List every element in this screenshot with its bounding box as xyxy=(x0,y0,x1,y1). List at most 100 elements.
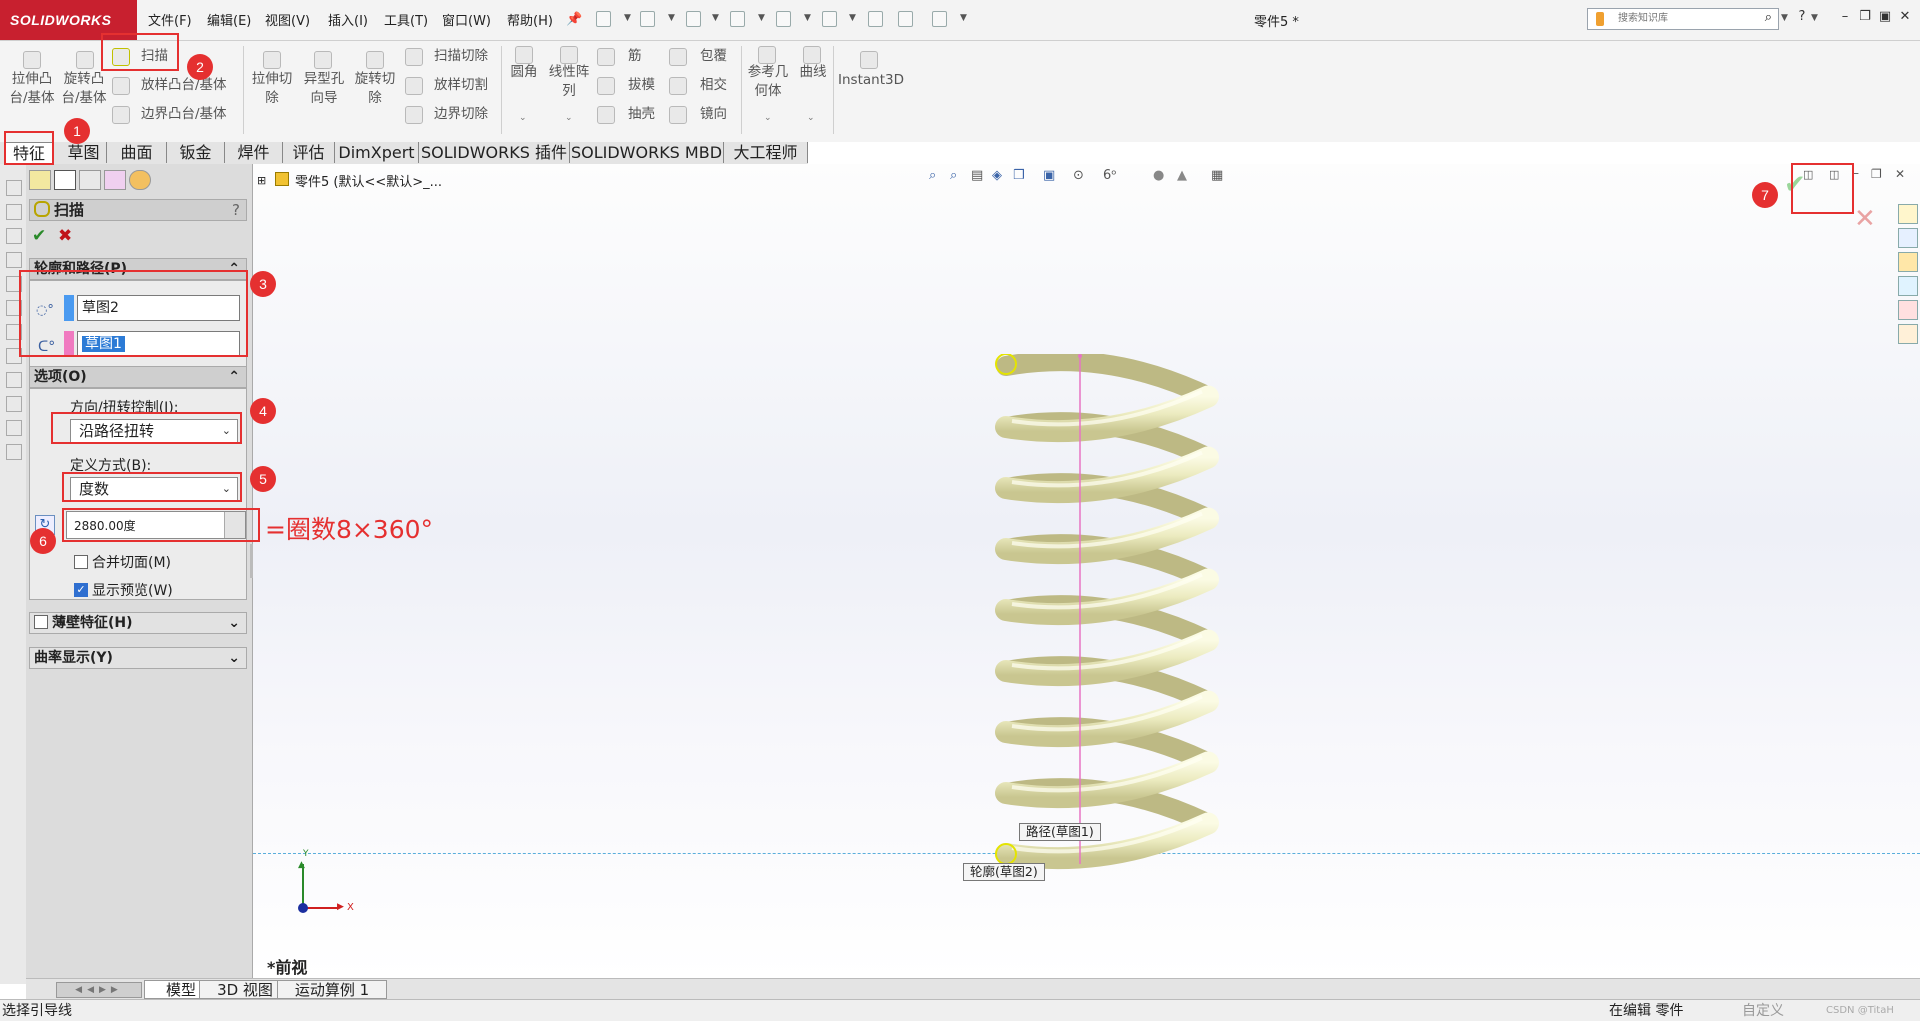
help-dropdown-icon[interactable]: ▼ xyxy=(1811,13,1818,23)
pin-icon[interactable]: 📌 xyxy=(566,12,582,27)
curvature-display-section-header[interactable]: 曲率显示(Y) ⌄ xyxy=(29,647,247,669)
design-library-icon[interactable] xyxy=(1898,228,1918,248)
save-dropdown-icon[interactable]: ▼ xyxy=(712,13,719,23)
view-settings-icon[interactable]: ▲ xyxy=(1177,168,1187,183)
tab-sketch[interactable]: 草图 xyxy=(61,142,107,163)
menu-window[interactable]: 窗口(W) xyxy=(442,10,491,29)
zoom-to-area-icon[interactable]: ⌕ xyxy=(950,168,957,183)
graphics-area[interactable]: ⊞ 零件5 (默认<<默认>_... ⌕ ⌕ ▤ ◈ ❒ ▣ ⊙ 6ᵒ ● ▲ … xyxy=(253,164,1920,978)
mini-tool-icon[interactable] xyxy=(6,372,22,388)
linear-pattern-button[interactable]: 线性阵列 xyxy=(545,63,593,101)
open-dropdown-icon[interactable]: ▼ xyxy=(668,13,675,23)
swept-cut-button[interactable]: 扫描切除 xyxy=(434,47,488,66)
appearances-icon[interactable] xyxy=(1898,300,1918,320)
options-dropdown-icon[interactable]: ▼ xyxy=(960,13,967,23)
tab-weldments[interactable]: 焊件 xyxy=(225,142,283,163)
save-icon[interactable] xyxy=(686,11,701,27)
dimxpert-tab-icon[interactable] xyxy=(104,170,126,190)
expand-icon[interactable]: ⌄ xyxy=(228,648,240,668)
hide-show-icon[interactable]: ⊙ xyxy=(1073,168,1084,183)
tab-evaluate[interactable]: 评估 xyxy=(283,142,335,163)
undo-icon[interactable] xyxy=(776,11,791,27)
scene-icon[interactable]: ● xyxy=(1153,168,1164,183)
ref-geometry-dropdown-icon[interactable]: ⌄ xyxy=(764,113,772,123)
file-explorer-icon[interactable] xyxy=(1898,252,1918,272)
spring-model[interactable] xyxy=(983,354,1223,874)
menu-file[interactable]: 文件(F) xyxy=(148,10,192,29)
wrap-button[interactable]: 包覆 xyxy=(700,47,727,66)
open-icon[interactable] xyxy=(640,11,655,27)
mini-tool-icon[interactable] xyxy=(6,204,22,220)
hole-wizard-button[interactable]: 异型孔向导 xyxy=(300,70,348,108)
property-manager-tab-icon[interactable] xyxy=(54,170,76,190)
rebuild-icon[interactable] xyxy=(868,11,883,27)
options-section-header[interactable]: 选项(O) ⌃ xyxy=(29,366,247,388)
section-view-icon[interactable]: ◈ xyxy=(992,168,1002,183)
reference-geometry-button[interactable]: 参考几何体 xyxy=(744,63,792,101)
configuration-manager-tab-icon[interactable] xyxy=(79,170,101,190)
shell-button[interactable]: 抽壳 xyxy=(628,105,655,124)
select-icon[interactable] xyxy=(822,11,837,27)
revolve-boss-button[interactable]: 旋转凸台/基体 xyxy=(60,70,108,108)
menu-edit[interactable]: 编辑(E) xyxy=(207,10,251,29)
mini-tool-icon[interactable] xyxy=(6,444,22,460)
lofted-cut-button[interactable]: 放样切割 xyxy=(434,76,488,95)
mini-tool-icon[interactable] xyxy=(6,396,22,412)
thin-feature-section-header[interactable]: 薄壁特征(H) ⌄ xyxy=(29,612,247,634)
tab-engineer[interactable]: 大工程师 xyxy=(724,142,808,163)
file-properties-icon[interactable] xyxy=(898,11,913,27)
search-box[interactable]: ⌕ xyxy=(1587,8,1779,30)
search-dropdown-icon[interactable]: ▼ xyxy=(1781,13,1788,23)
tab-scroll-buttons[interactable]: ◀◀▶▶ xyxy=(56,982,142,998)
tab-addins[interactable]: SOLIDWORKS 插件 xyxy=(419,142,570,163)
view-palette-icon[interactable] xyxy=(1898,276,1918,296)
print-dropdown-icon[interactable]: ▼ xyxy=(758,13,765,23)
merge-tangent-checkbox[interactable] xyxy=(74,555,88,569)
profile-callout[interactable]: 轮廓(草图2) xyxy=(963,863,1045,881)
fillet-dropdown-icon[interactable]: ⌄ xyxy=(519,113,527,123)
show-preview-checkbox[interactable]: ✓ xyxy=(74,583,88,597)
viewport-close-icon[interactable]: ✕ xyxy=(1895,167,1905,181)
boundary-cut-button[interactable]: 边界切除 xyxy=(434,105,488,124)
print-icon[interactable] xyxy=(730,11,745,27)
mirror-button[interactable]: 镜向 xyxy=(700,105,727,124)
tile-button[interactable]: ▣ xyxy=(1878,10,1892,24)
help-icon[interactable]: ? xyxy=(232,200,240,220)
pattern-dropdown-icon[interactable]: ⌄ xyxy=(565,113,573,123)
search-input[interactable] xyxy=(1616,12,1760,25)
ok-icon[interactable]: ✔ xyxy=(32,226,46,246)
previous-view-icon[interactable]: ▤ xyxy=(971,168,983,183)
tree-expand-icon[interactable]: ⊞ xyxy=(257,174,266,187)
intersect-button[interactable]: 相交 xyxy=(700,76,727,95)
display-manager-tab-icon[interactable] xyxy=(129,170,151,190)
expand-icon[interactable]: ⌄ xyxy=(228,613,240,633)
menu-insert[interactable]: 插入(I) xyxy=(328,10,368,29)
close-button[interactable]: ✕ xyxy=(1898,10,1912,24)
tab-sheet-metal[interactable]: 钣金 xyxy=(167,142,225,163)
thin-feature-checkbox[interactable] xyxy=(34,615,48,629)
collapse-icon[interactable]: ⌃ xyxy=(228,367,240,387)
cancel-icon[interactable]: ✖ xyxy=(58,226,72,246)
menu-view[interactable]: 视图(V) xyxy=(265,10,310,29)
appearance-icon[interactable]: 6ᵒ xyxy=(1103,168,1117,183)
status-custom-units[interactable]: 自定义 xyxy=(1742,1001,1784,1021)
monitor-icon[interactable]: ▦ xyxy=(1211,168,1223,183)
rib-button[interactable]: 筋 xyxy=(628,47,642,66)
tab-surfaces[interactable]: 曲面 xyxy=(107,142,167,163)
feature-manager-tab-icon[interactable] xyxy=(29,170,51,190)
confirm-cancel-icon[interactable]: ✕ xyxy=(1854,204,1876,234)
restore-button[interactable]: ❐ xyxy=(1858,10,1872,24)
mini-tool-icon[interactable] xyxy=(6,228,22,244)
mini-tool-icon[interactable] xyxy=(6,252,22,268)
draft-button[interactable]: 拔模 xyxy=(628,76,655,95)
curves-button[interactable]: 曲线 xyxy=(796,63,830,82)
help-icon[interactable]: ? xyxy=(1795,10,1809,24)
search-icon[interactable]: ⌕ xyxy=(1765,10,1772,25)
new-dropdown-icon[interactable]: ▼ xyxy=(624,13,631,23)
menu-tools[interactable]: 工具(T) xyxy=(384,10,428,29)
zoom-to-fit-icon[interactable]: ⌕ xyxy=(929,168,936,183)
new-doc-icon[interactable] xyxy=(596,11,611,27)
tab-motion-study[interactable]: 运动算例 1 xyxy=(277,980,387,999)
extrude-cut-button[interactable]: 拉伸切除 xyxy=(247,70,297,108)
menu-help[interactable]: 帮助(H) xyxy=(507,10,553,29)
